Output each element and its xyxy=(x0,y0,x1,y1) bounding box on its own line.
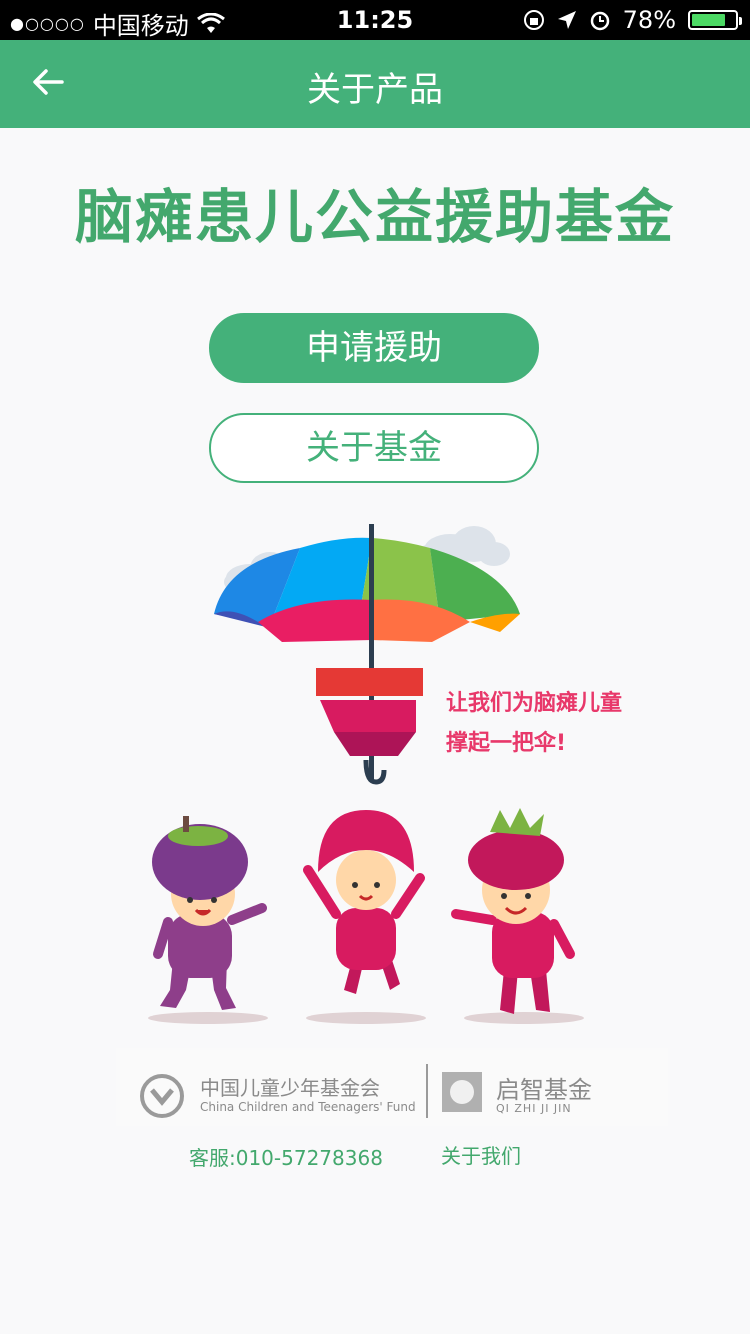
battery-icon xyxy=(688,10,742,30)
partner-org-a-cn: 中国儿童少年基金会 xyxy=(200,1076,380,1100)
kid-mangosteen xyxy=(148,816,268,1024)
qizhi-logo-icon xyxy=(442,1072,482,1112)
location-icon xyxy=(557,11,576,29)
slogan-line1: 让我们为脑瘫儿童 xyxy=(446,690,622,716)
apply-aid-button[interactable]: 申请援助 xyxy=(209,313,539,383)
partner-org-a-en: China Children and Teenagers' Fund xyxy=(200,1100,416,1114)
kid-raspberry xyxy=(451,808,584,1024)
alarm-icon xyxy=(590,11,609,31)
battery-percent: 78% xyxy=(622,6,676,34)
partner-org-b-cn: 启智基金 xyxy=(496,1076,592,1104)
partner-divider xyxy=(426,1064,428,1118)
slogan-line2: 撑起一把伞! xyxy=(446,730,566,756)
ribbon-banner xyxy=(316,668,423,756)
page-title: 脑瘫患儿公益援助基金 xyxy=(74,183,675,251)
status-right: 78% xyxy=(523,6,742,34)
umbrella-illustration: 让我们为脑瘫儿童 撑起一把伞! xyxy=(148,524,622,1024)
kid-pomegranate xyxy=(303,810,426,1024)
about-fund-button[interactable]: 关于基金 xyxy=(209,413,539,483)
partner-org-b-en: QI ZHI JI JIN xyxy=(496,1102,572,1115)
about-us-link[interactable]: 关于我们 xyxy=(441,1140,521,1169)
rotation-lock-icon xyxy=(523,10,544,30)
partner-logos: 中国儿童少年基金会 China Children and Teenagers' … xyxy=(116,1048,668,1126)
battery-fill xyxy=(692,14,725,26)
status-bar: ●○○○○ 中国移动 11:25 78% xyxy=(0,0,750,40)
customer-service-phone[interactable]: 客服:010-57278368 xyxy=(189,1142,383,1171)
ccctf-logo-icon xyxy=(140,1074,184,1118)
nav-title: 关于产品 xyxy=(307,70,443,110)
nav-bar: 关于产品 xyxy=(0,40,750,128)
